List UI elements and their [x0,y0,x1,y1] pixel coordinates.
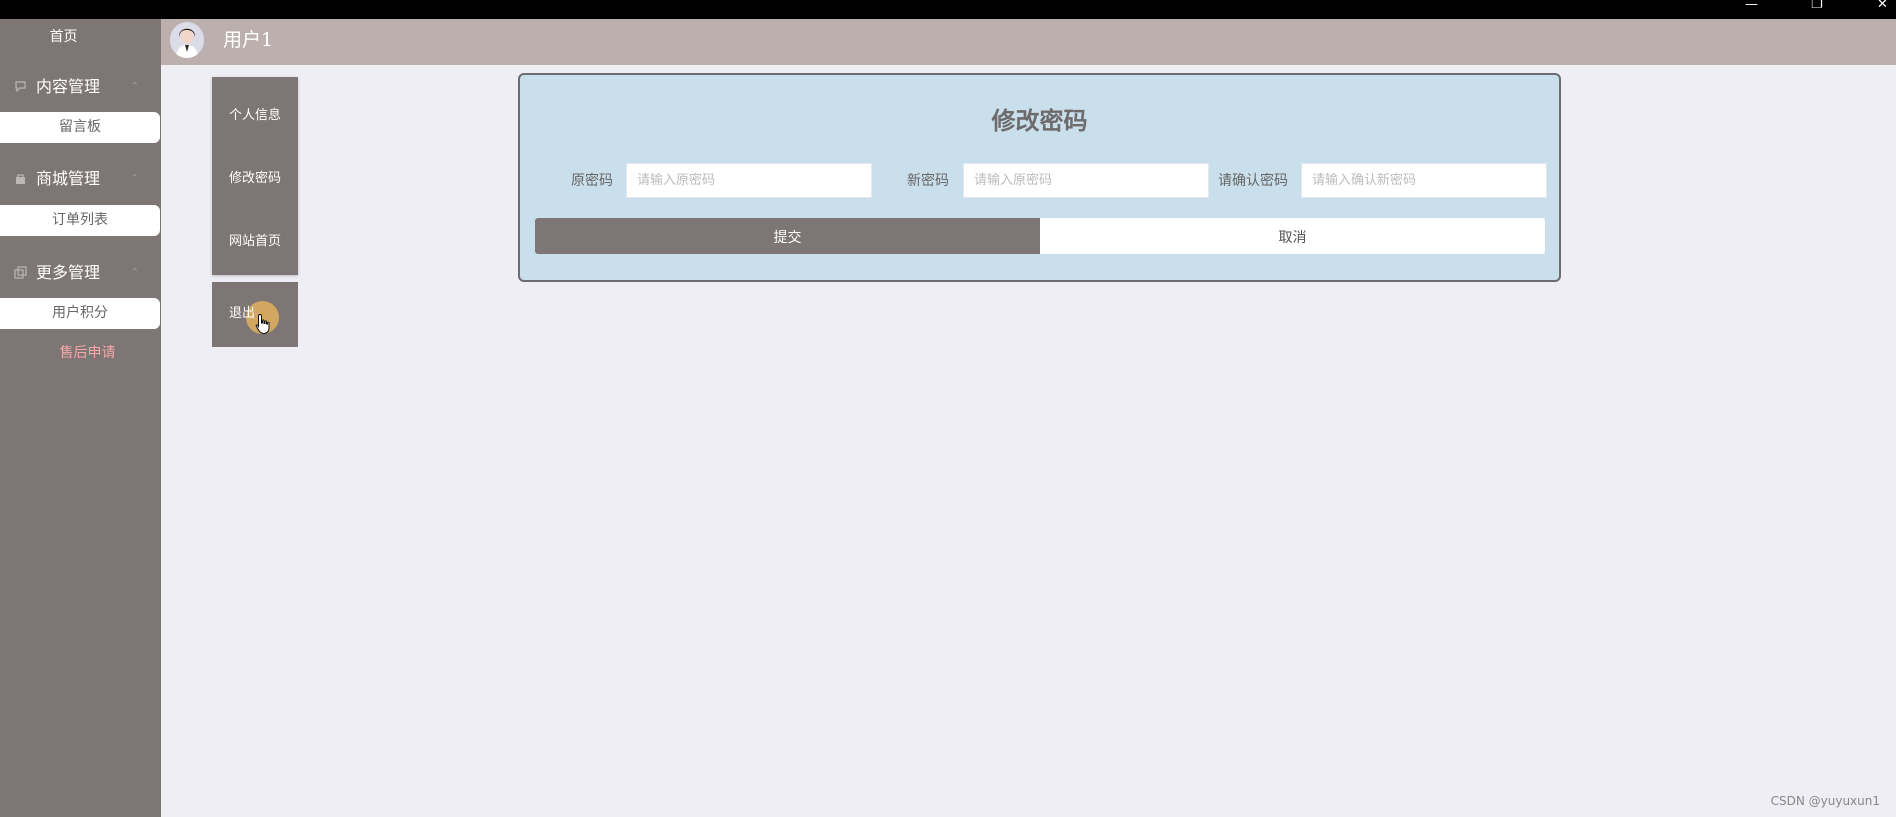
chevron-up-icon: ⌃ [130,172,140,185]
submit-button[interactable]: 提交 [535,218,1040,254]
sidebar-group-label: 内容管理 [36,77,101,96]
new-password-input[interactable] [963,163,1209,198]
sidebar: 首页 内容管理 ⌃ 留言板 商城管理 ⌃ 订单列表 更多管理 ⌃ 用户积分 售后… [0,19,161,817]
sidebar-group-label: 商城管理 [36,169,101,188]
username-label[interactable]: 用户1 [223,28,273,52]
copy-icon [14,266,27,279]
change-password-card: 修改密码 原密码 新密码 请确认密码 提交 取消 [518,73,1561,282]
old-password-label: 原密码 [571,173,613,189]
chevron-up-icon: ⌃ [130,80,140,93]
sidebar-item-after-sales[interactable]: 售后申请 [0,343,175,363]
sidebar-item-points[interactable]: 用户积分 [0,298,160,329]
window-title-bar [0,0,1896,19]
shop-icon [14,172,27,185]
new-password-label: 新密码 [907,173,949,189]
sidebar-group-label: 更多管理 [36,263,101,282]
header-bar: 用户1 [161,19,1896,65]
menu-item-profile[interactable]: 个人信息 [212,106,298,126]
dropdown-panel: 个人信息 修改密码 网站首页 [212,77,298,275]
user-dropdown-menu: 个人信息 修改密码 网站首页 退出 [212,77,298,347]
chevron-up-icon: ⌃ [130,266,140,279]
sidebar-group-more[interactable]: 更多管理 ⌃ [12,262,152,284]
menu-item-logout[interactable]: 退出 [212,282,298,347]
minimize-icon[interactable]: — [1745,0,1758,12]
menu-item-change-password[interactable]: 修改密码 [212,169,298,189]
confirm-password-input[interactable] [1301,163,1547,198]
chat-bubble-icon [14,80,27,93]
hand-cursor-icon [255,313,273,335]
page-title: 修改密码 [991,107,1088,135]
avatar[interactable] [170,22,204,58]
old-password-input[interactable] [626,163,872,198]
sidebar-group-content[interactable]: 内容管理 ⌃ [12,76,152,98]
close-icon[interactable]: ✕ [1877,0,1888,12]
logout-label: 退出 [229,306,256,321]
watermark: CSDN @yuyuxun1 [1770,794,1880,808]
sidebar-home-link[interactable]: 首页 [0,27,127,47]
sidebar-group-shop[interactable]: 商城管理 ⌃ [12,168,152,190]
cancel-button[interactable]: 取消 [1040,218,1545,254]
sidebar-item-orders[interactable]: 订单列表 [0,205,160,236]
restore-icon[interactable]: ❐ [1811,0,1823,12]
sidebar-item-guestbook[interactable]: 留言板 [0,112,160,143]
confirm-password-label: 请确认密码 [1218,173,1288,189]
menu-item-site-home[interactable]: 网站首页 [212,232,298,252]
